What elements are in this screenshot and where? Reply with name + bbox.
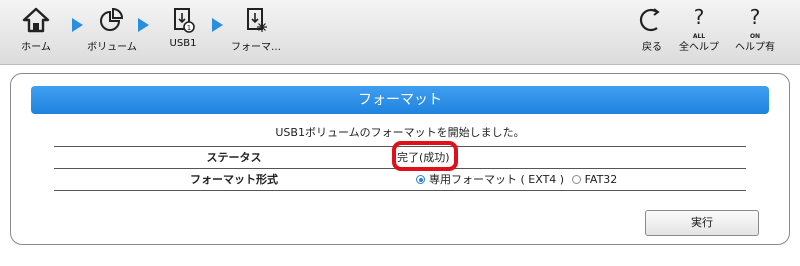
execute-button[interactable]: 実行: [645, 210, 759, 236]
back-label: 戻る: [642, 42, 662, 53]
help-on-button[interactable]: ? ON ヘルプ有: [733, 6, 777, 53]
format-panel: フォーマット USB1ボリュームのフォーマットを開始しました。 ステータス 完了…: [10, 73, 790, 245]
help-all-button[interactable]: ? ALL 全ヘルプ: [677, 6, 721, 53]
help-on-sub: ON: [749, 33, 761, 40]
status-key: ステータス: [206, 151, 262, 164]
format-option-ext4[interactable]: 専用フォーマット ( EXT4 ): [416, 173, 568, 186]
breadcrumb-usb1[interactable]: 1 USB1: [160, 6, 206, 49]
panel-title: フォーマット: [31, 86, 769, 114]
help-all-sub: ALL: [692, 33, 706, 40]
format-options: 専用フォーマット ( EXT4 ) FAT32: [416, 169, 617, 190]
radio-selected-icon[interactable]: [416, 175, 425, 184]
help-all-icon: ?: [694, 6, 705, 29]
status-message: USB1ボリュームのフォーマットを開始しました。: [275, 126, 525, 139]
breadcrumb-volume[interactable]: ボリューム: [82, 6, 142, 53]
breadcrumb-arrow-icon: [138, 18, 149, 32]
back-icon: [639, 8, 660, 32]
help-on-icon: ?: [750, 6, 761, 29]
help-all-label: 全ヘルプ: [679, 42, 719, 53]
pie-chart-icon: [100, 7, 124, 31]
svg-text:?: ?: [694, 6, 705, 29]
svg-text:1: 1: [187, 24, 191, 32]
toolbar: ホーム ボリューム 1 USB1 フォーマ… 戻る ? ALL 全ヘルプ ? O…: [0, 0, 800, 65]
format-key: フォーマット形式: [190, 173, 278, 186]
status-value-cell: 完了(成功): [392, 141, 458, 171]
breadcrumb-arrow-icon: [212, 18, 223, 32]
format-storage-icon: [247, 8, 267, 32]
format-option-ext4-label: 専用フォーマット ( EXT4 ): [429, 173, 565, 186]
breadcrumb-home[interactable]: ホーム: [14, 6, 58, 53]
table-row: ステータス 完了(成功): [54, 141, 746, 171]
breadcrumb-label: ボリューム: [87, 42, 137, 53]
breadcrumb-label: ホーム: [21, 42, 51, 53]
highlight-ring: [392, 141, 458, 171]
format-option-fat32-label: FAT32: [584, 173, 618, 186]
breadcrumb-label: フォーマ…: [231, 42, 281, 53]
radio-unselected-icon[interactable]: [571, 175, 581, 184]
breadcrumb-label: USB1: [169, 38, 197, 49]
breadcrumb-format[interactable]: フォーマ…: [226, 6, 286, 53]
back-button[interactable]: 戻る: [637, 6, 667, 53]
format-option-fat32[interactable]: FAT32: [571, 173, 618, 186]
home-icon: [22, 7, 50, 33]
svg-text:?: ?: [750, 6, 761, 29]
usb-storage-icon: 1: [174, 8, 195, 33]
settings-table: ステータス 完了(成功) フォーマット形式 専用フォーマット ( EXT4 ) …: [54, 141, 746, 191]
table-row: フォーマット形式 専用フォーマット ( EXT4 ) FAT32: [54, 169, 746, 191]
help-on-label: ヘルプ有: [735, 42, 775, 53]
